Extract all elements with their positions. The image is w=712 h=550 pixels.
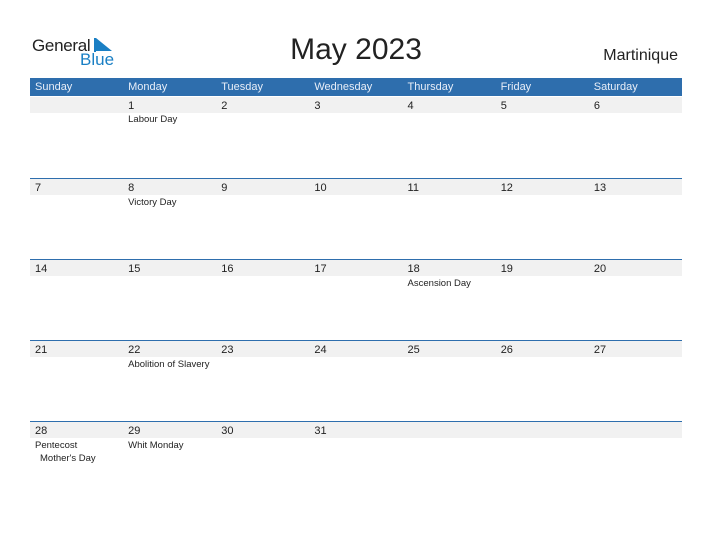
day-cell: 6 (589, 97, 682, 178)
day-number: 14 (35, 263, 48, 275)
day-number: 16 (221, 263, 234, 275)
day-number: 17 (314, 263, 327, 275)
day-cell: 17 (309, 259, 402, 340)
day-number: 13 (593, 182, 607, 194)
day-cell (30, 97, 123, 178)
day-number: 7 (35, 182, 42, 194)
day-cell: 20 (589, 259, 682, 340)
day-cell (496, 421, 589, 502)
day-cell: 9 (216, 178, 309, 259)
weekday-header: Sunday Monday Tuesday Wednesday Thursday Frid… (30, 78, 682, 96)
day-cell: 8 Victory Day (123, 178, 216, 259)
day-cell: 1 Labour Day (123, 97, 216, 178)
day-cell: 10 (309, 178, 402, 259)
weekday-friday: Friday (500, 81, 532, 93)
day-number: 22 (128, 344, 141, 356)
week-row: 1 Labour Day 2 3 4 5 6 (30, 97, 682, 178)
holiday-label: Labour Day (128, 114, 178, 125)
day-cell: 18 Ascension Day (403, 259, 496, 340)
day-cell: 23 (216, 340, 309, 421)
weekday-saturday: Saturday (593, 81, 638, 93)
day-number: 4 (407, 100, 414, 112)
day-cell: 11 (403, 178, 496, 259)
country-label: Martinique (603, 47, 678, 64)
day-number: 15 (128, 263, 141, 275)
day-number: 18 (407, 263, 420, 275)
day-number: 31 (314, 425, 327, 437)
day-number: 3 (314, 100, 321, 112)
day-cell: 26 (496, 340, 589, 421)
day-number: 11 (407, 182, 419, 194)
day-number: 28 (35, 425, 48, 437)
day-number: 20 (593, 263, 607, 275)
day-cell: 25 (403, 340, 496, 421)
day-cell: 28 Pentecost Mother's Day (30, 421, 123, 502)
day-number: 8 (128, 182, 135, 194)
day-number: 9 (221, 182, 228, 194)
day-cell (589, 421, 682, 502)
day-number: 6 (593, 100, 600, 112)
day-cell: 14 (30, 259, 123, 340)
day-number: 19 (500, 263, 513, 275)
holiday-label: Pentecost (35, 440, 78, 451)
day-number: 27 (593, 344, 607, 356)
weekday-monday: Monday (128, 81, 168, 93)
day-cell (403, 421, 496, 502)
day-cell: 13 (589, 178, 682, 259)
day-number: 21 (35, 344, 48, 356)
day-cell: 16 (216, 259, 309, 340)
day-number: 10 (314, 182, 327, 194)
day-number: 23 (221, 344, 234, 356)
day-cell: 24 (309, 340, 402, 421)
day-number: 1 (128, 100, 135, 112)
holiday-label: Whit Monday (128, 440, 184, 451)
day-number: 2 (221, 100, 228, 112)
holiday-label: Abolition of Slavery (128, 359, 210, 370)
day-number: 29 (128, 425, 141, 437)
day-number: 26 (500, 344, 513, 356)
day-cell: 12 (496, 178, 589, 259)
day-cell: 30 (216, 421, 309, 502)
day-number: 12 (500, 182, 513, 194)
calendar-page: General Blue May 2023 Martinique Sunday M… (0, 0, 712, 550)
week-row: 28 Pentecost Mother's Day 29 Whit Monday 30 31 (30, 421, 682, 502)
day-cell: 15 (123, 259, 216, 340)
weekday-thursday: Thursday (407, 81, 454, 93)
day-cell: 4 (403, 97, 496, 178)
holiday-label: Mother's Day (40, 453, 96, 464)
day-cell: 2 (216, 97, 309, 178)
day-cell: 19 (496, 259, 589, 340)
day-cell: 27 (589, 340, 682, 421)
holiday-label: Ascension Day (407, 278, 471, 289)
weekday-tuesday: Tuesday (221, 81, 264, 93)
week-row: 7 8 Victory Day 9 10 11 12 13 (30, 178, 682, 259)
day-number: 25 (407, 344, 420, 356)
day-cell: 5 (496, 97, 589, 178)
day-number: 5 (500, 100, 507, 112)
day-number: 24 (314, 344, 327, 356)
weekday-sunday: Sunday (35, 81, 73, 93)
day-cell: 3 (309, 97, 402, 178)
day-cell: 31 (309, 421, 402, 502)
day-number: 30 (221, 425, 234, 437)
day-cell: 29 Whit Monday (123, 421, 216, 502)
week-row: 14 15 16 17 18 Ascension Day 19 20 (30, 259, 682, 340)
weekday-wednesday: Wednesday (314, 81, 373, 93)
day-cell: 22 Abolition of Slavery (123, 340, 216, 421)
day-cell: 21 (30, 340, 123, 421)
week-row: 21 22 Abolition of Slavery 23 24 25 26 27 (30, 340, 682, 421)
holiday-label: Victory Day (128, 197, 177, 208)
day-cell: 7 (30, 178, 123, 259)
